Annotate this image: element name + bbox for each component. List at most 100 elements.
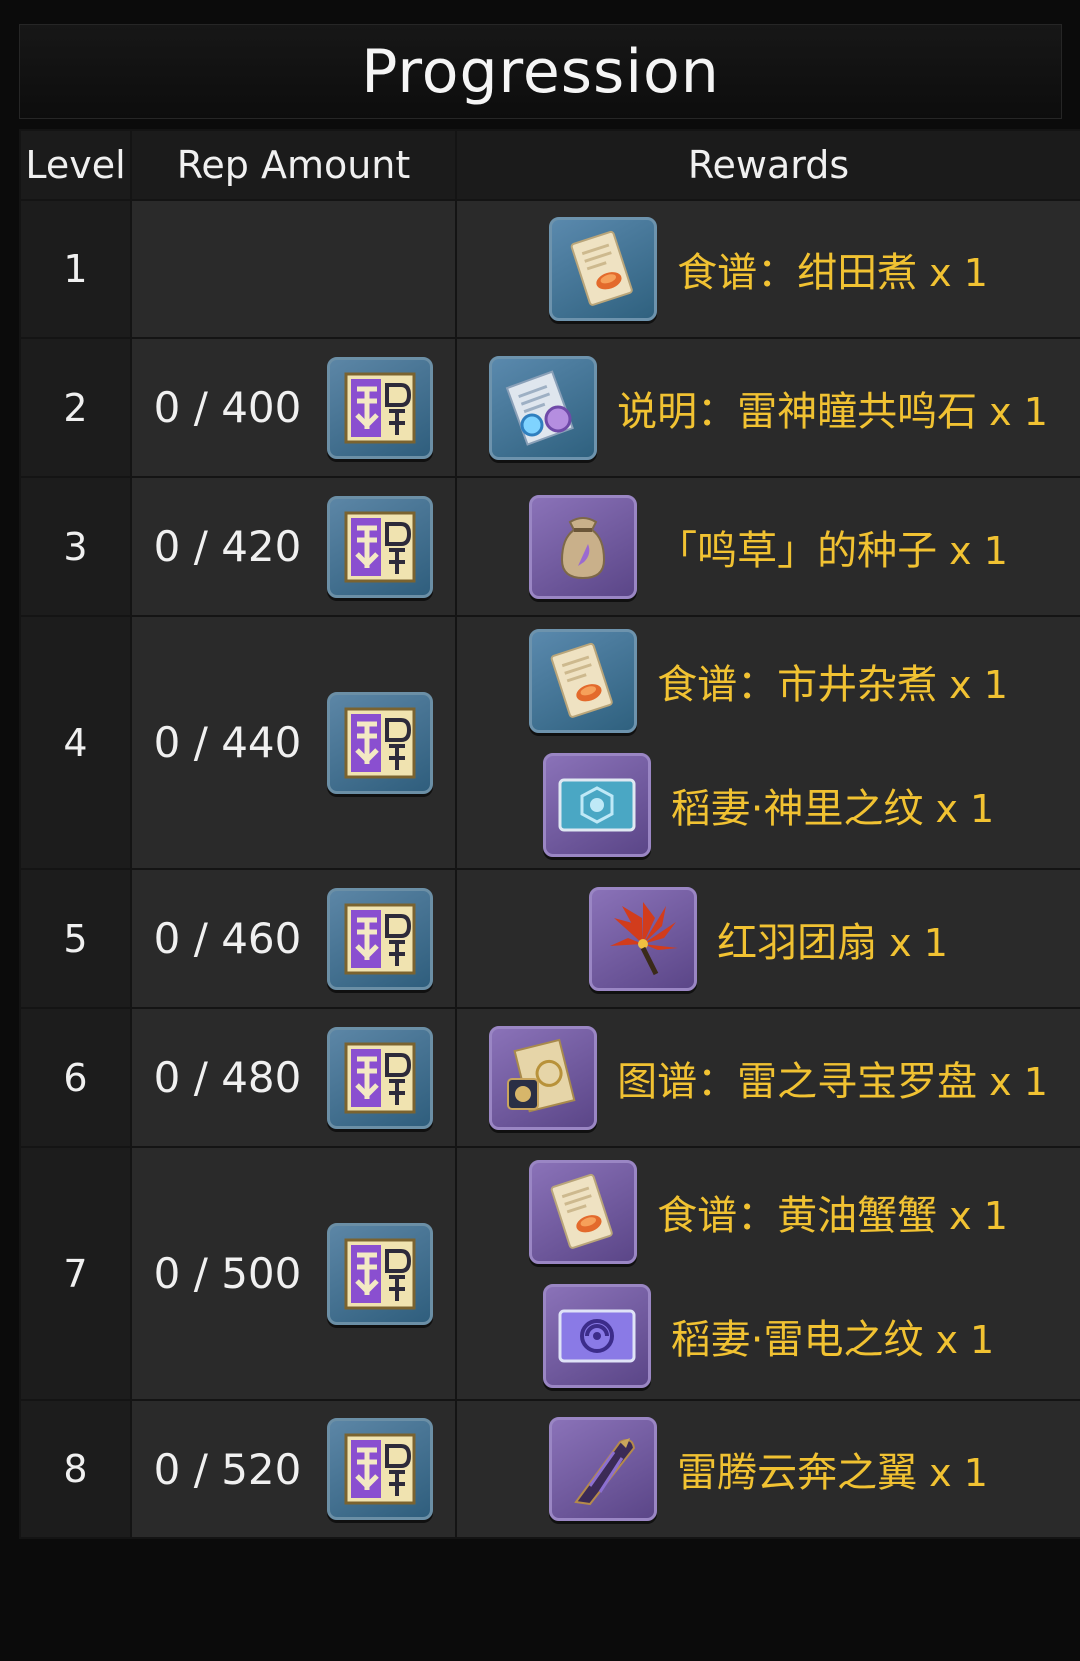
table-row: 6 0 / 480 图谱：雷之寻宝罗盘 x 1 <box>19 1007 1080 1148</box>
inazuma-reputation-icon <box>327 495 434 598</box>
inazuma-reputation-icon <box>327 1418 434 1520</box>
recipe-scroll-icon <box>549 217 658 321</box>
reward-quantity: x 1 <box>989 1059 1048 1104</box>
rep-amount-cell <box>130 199 457 339</box>
rep-amount: 0 / 420 <box>132 495 455 598</box>
inazuma-reputation-icon <box>327 887 434 990</box>
rep-amount-cell: 0 / 480 <box>130 1007 457 1148</box>
wings-glider-icon <box>549 1417 658 1521</box>
rewards-cell: 「鸣草」的种子 x 1 <box>455 476 1080 617</box>
rep-amount: 0 / 400 <box>132 356 455 459</box>
rep-amount-text: 0 / 520 <box>153 1444 302 1494</box>
rep-amount: 0 / 460 <box>132 887 455 990</box>
table-row: 8 0 / 520 雷腾云奔之翼 x 1 <box>19 1399 1080 1539</box>
reward-quantity: x 1 <box>889 920 948 965</box>
rewards-cell: 红羽团扇 x 1 <box>455 868 1080 1009</box>
reward-name: 「鸣草」的种子 x 1 <box>657 527 1008 574</box>
rep-amount-cell: 0 / 500 <box>130 1146 457 1401</box>
reward-quantity: x 1 <box>949 1193 1008 1238</box>
namecard-raiden-icon <box>542 1283 651 1388</box>
recipe-scroll-icon <box>529 628 638 733</box>
reward-item[interactable]: 食谱：黄油蟹蟹 x 1 <box>458 1150 1079 1274</box>
rep-amount: 0 / 500 <box>132 1222 455 1325</box>
reward-name: 稻妻·雷电之纹 x 1 <box>670 1316 995 1363</box>
reward-quantity: x 1 <box>935 786 995 831</box>
level-cell: 8 <box>19 1399 132 1539</box>
reward-item[interactable]: 雷腾云奔之翼 x 1 <box>458 1407 1079 1531</box>
level-cell: 3 <box>19 476 132 617</box>
rewards-cell: 雷腾云奔之翼 x 1 <box>455 1399 1080 1539</box>
rep-amount-cell: 0 / 460 <box>130 868 457 1009</box>
rep-amount-text: 0 / 440 <box>153 718 302 767</box>
page-title: Progression <box>361 36 720 107</box>
rep-amount-text: 0 / 500 <box>153 1249 302 1298</box>
rep-amount-cell: 0 / 400 <box>130 337 457 478</box>
reward-item[interactable]: 食谱：绀田煮 x 1 <box>458 207 1079 331</box>
rep-amount-cell: 0 / 420 <box>130 476 457 617</box>
progression-table: Level Rep Amount Rewards 1 食谱：绀田煮 x 1 2 0 / … <box>19 129 1080 1539</box>
reward-quantity: x 1 <box>929 1451 988 1495</box>
reward-quantity: x 1 <box>949 528 1008 573</box>
reward-item[interactable]: 说明：雷神瞳共鸣石 x 1 <box>458 346 1079 470</box>
level-cell: 7 <box>19 1146 132 1401</box>
table-row: 1 食谱：绀田煮 x 1 <box>19 199 1080 339</box>
table-row: 3 0 / 420 「鸣草」的种子 x 1 <box>19 476 1080 617</box>
rewards-cell: 说明：雷神瞳共鸣石 x 1 <box>455 337 1080 478</box>
table-row: 5 0 / 460 红羽团扇 x 1 <box>19 868 1080 1009</box>
reward-quantity: x 1 <box>929 251 988 295</box>
level-cell: 2 <box>19 337 132 478</box>
reward-name: 食谱：市井杂煮 x 1 <box>657 661 1008 708</box>
inazuma-reputation-icon <box>327 356 434 459</box>
table-header-row: Level Rep Amount Rewards <box>19 129 1080 201</box>
header-level: Level <box>19 129 132 201</box>
progression-panel: Progression Level Rep Amount Rewards 1 食谱… <box>0 0 1080 1661</box>
reward-item[interactable]: 稻妻·雷电之纹 x 1 <box>458 1274 1079 1398</box>
table-row: 7 0 / 500 食谱：黄油蟹蟹 x 1 稻妻·雷电之纹 x 1 <box>19 1146 1080 1401</box>
reward-name: 红羽团扇 x 1 <box>717 919 948 966</box>
rewards-cell: 图谱：雷之寻宝罗盘 x 1 <box>455 1007 1080 1148</box>
reward-name: 雷腾云奔之翼 x 1 <box>677 1450 988 1496</box>
rep-amount-text: 0 / 480 <box>153 1053 302 1102</box>
rep-amount: 0 / 480 <box>132 1026 455 1129</box>
table-row: 2 0 / 400 说明：雷神瞳共鸣石 x 1 <box>19 337 1080 478</box>
namecard-kamisato-icon <box>542 752 651 857</box>
rewards-cell: 食谱：绀田煮 x 1 <box>455 199 1080 339</box>
rep-amount-cell: 0 / 440 <box>130 615 457 870</box>
recipe-scroll-icon <box>529 1159 638 1264</box>
reward-quantity: x 1 <box>935 1317 995 1362</box>
red-feather-fan-icon <box>589 886 698 991</box>
instructions-paper-icon <box>489 355 598 460</box>
level-cell: 4 <box>19 615 132 870</box>
level-cell: 6 <box>19 1007 132 1148</box>
header-rewards: Rewards <box>455 129 1080 201</box>
reward-item[interactable]: 食谱：市井杂煮 x 1 <box>458 619 1079 743</box>
reward-name: 稻妻·神里之纹 x 1 <box>670 785 995 832</box>
inazuma-reputation-icon <box>327 1222 434 1325</box>
rewards-cell: 食谱：市井杂煮 x 1 稻妻·神里之纹 x 1 <box>455 615 1080 870</box>
inazuma-reputation-icon <box>327 691 434 794</box>
diagram-compass-icon <box>489 1025 598 1130</box>
inazuma-reputation-icon <box>327 1026 434 1129</box>
level-cell: 1 <box>19 199 132 339</box>
reward-item[interactable]: 稻妻·神里之纹 x 1 <box>458 743 1079 867</box>
seed-bag-icon <box>529 494 638 599</box>
reward-quantity: x 1 <box>949 662 1008 707</box>
reward-name: 食谱：绀田煮 x 1 <box>677 250 988 296</box>
rep-amount-cell: 0 / 520 <box>130 1399 457 1539</box>
title-bar: Progression <box>19 24 1062 119</box>
rep-amount-text: 0 / 460 <box>153 914 302 963</box>
reward-name: 说明：雷神瞳共鸣石 x 1 <box>617 388 1048 435</box>
table-body: 1 食谱：绀田煮 x 1 2 0 / 400 说明：雷神瞳共鸣石 x 1 3 0 / 420 「鸣… <box>19 199 1080 1539</box>
level-cell: 5 <box>19 868 132 1009</box>
header-rep-amount: Rep Amount <box>130 129 457 201</box>
rewards-cell: 食谱：黄油蟹蟹 x 1 稻妻·雷电之纹 x 1 <box>455 1146 1080 1401</box>
reward-name: 食谱：黄油蟹蟹 x 1 <box>657 1192 1008 1239</box>
reward-name: 图谱：雷之寻宝罗盘 x 1 <box>617 1058 1048 1105</box>
reward-quantity: x 1 <box>989 389 1048 434</box>
rep-amount: 0 / 520 <box>132 1418 455 1520</box>
rep-amount: 0 / 440 <box>132 691 455 794</box>
reward-item[interactable]: 图谱：雷之寻宝罗盘 x 1 <box>458 1016 1079 1140</box>
reward-item[interactable]: 「鸣草」的种子 x 1 <box>458 485 1079 609</box>
table-row: 4 0 / 440 食谱：市井杂煮 x 1 稻妻·神里之纹 x 1 <box>19 615 1080 870</box>
reward-item[interactable]: 红羽团扇 x 1 <box>458 877 1079 1001</box>
